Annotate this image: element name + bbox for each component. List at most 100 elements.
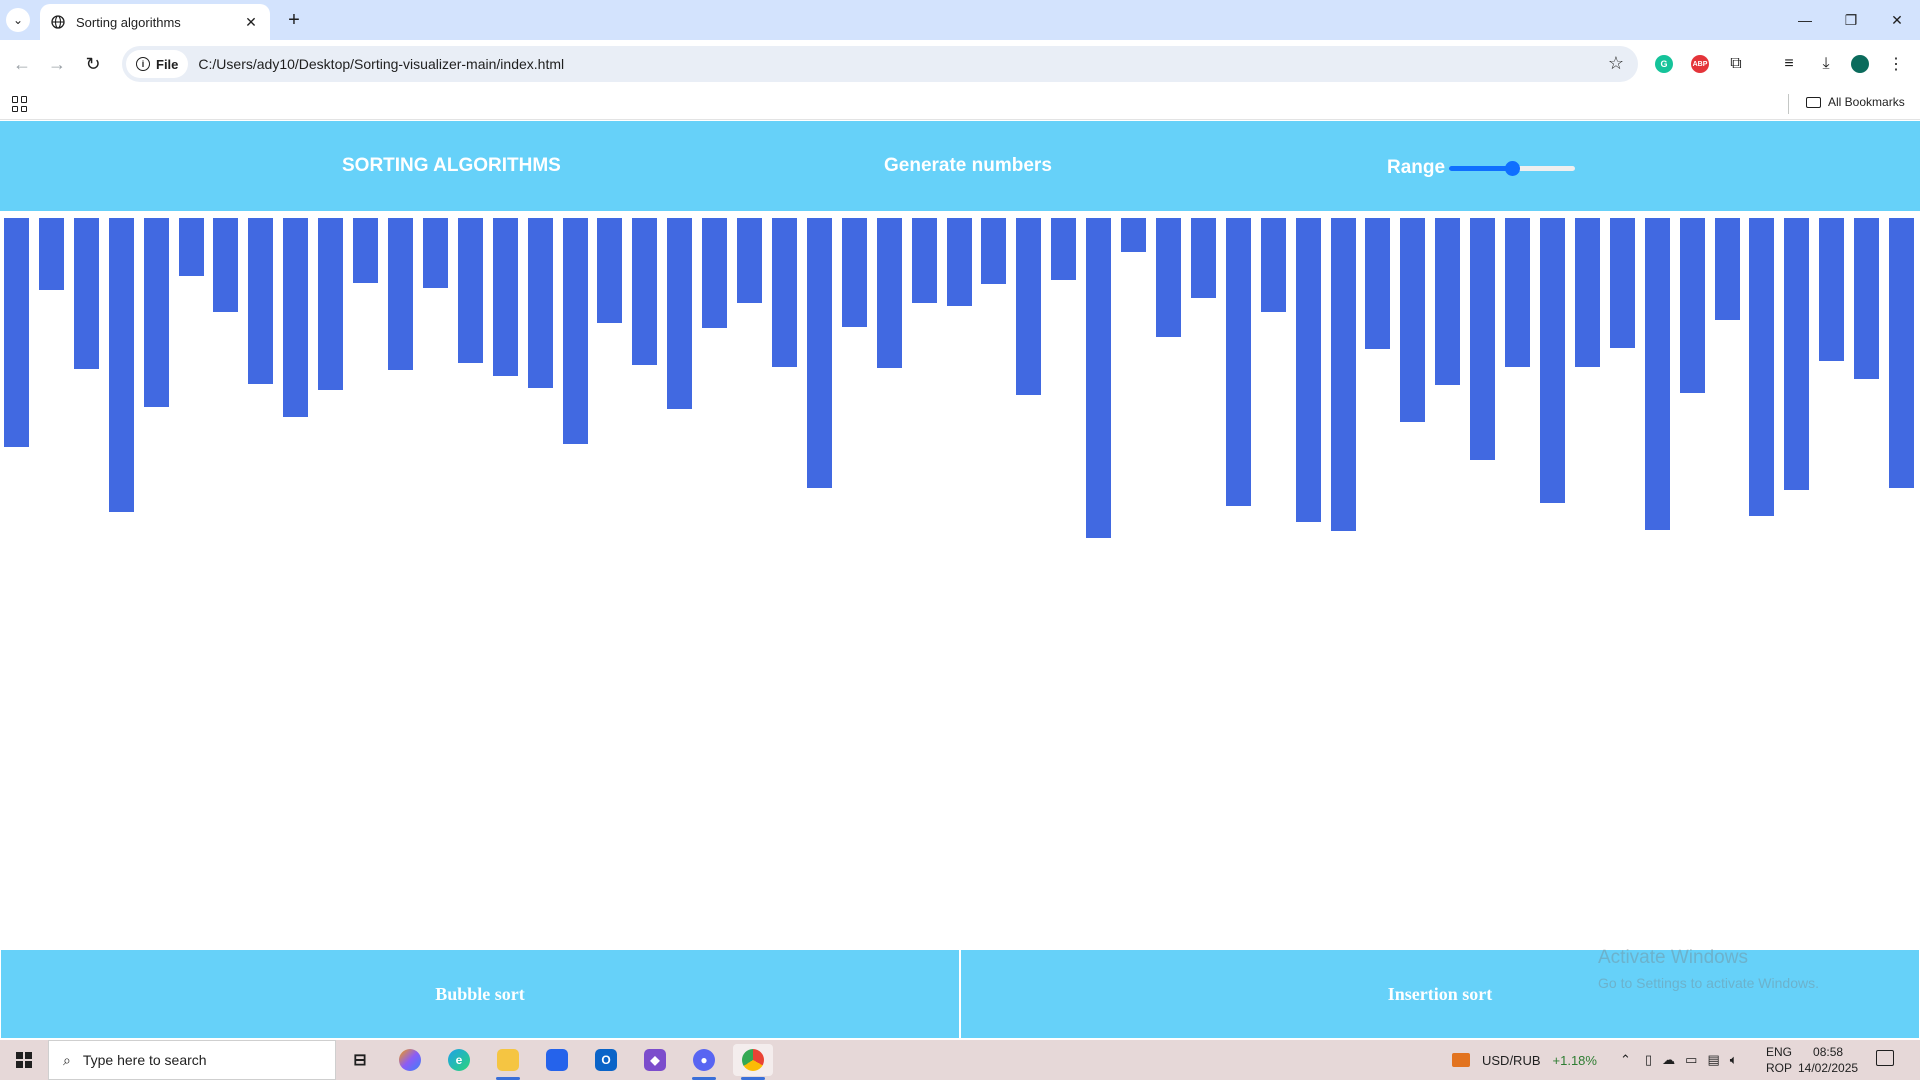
folder-icon: [1806, 96, 1821, 108]
grammarly-extension-icon[interactable]: G: [1650, 50, 1678, 78]
search-icon: ⌕: [63, 1051, 71, 1068]
back-button[interactable]: ←: [8, 50, 36, 78]
tab-search-button[interactable]: ⌄: [6, 8, 30, 32]
array-bar: [1121, 218, 1146, 252]
array-bar: [737, 218, 762, 303]
generate-numbers-button[interactable]: Generate numbers: [884, 155, 1052, 177]
array-bar: [1470, 218, 1495, 460]
close-tab-icon[interactable]: ✕: [242, 13, 260, 31]
language-line1: ENG: [1766, 1045, 1793, 1059]
visual-studio-icon[interactable]: ◆: [635, 1044, 675, 1076]
window-controls: — ❐ ✕: [1782, 0, 1920, 40]
tray-icons[interactable]: ▯ ☁ ▭ ▤ 🔈︎: [1645, 1040, 1738, 1080]
network-icon[interactable]: ▤: [1707, 1052, 1719, 1068]
microsoft-store-icon[interactable]: [537, 1044, 577, 1076]
reload-button[interactable]: ↻: [79, 50, 107, 78]
show-hidden-icons-button[interactable]: ⌃: [1620, 1040, 1631, 1080]
array-bar: [1191, 218, 1216, 298]
edge-browser-icon[interactable]: e: [439, 1044, 479, 1076]
site-info-chip[interactable]: i File: [126, 50, 189, 78]
browser-menu-icon[interactable]: ⋮: [1882, 50, 1910, 78]
all-bookmarks-label: All Bookmarks: [1828, 95, 1905, 109]
ticker-label: USD/RUB: [1482, 1052, 1541, 1068]
array-bar: [1226, 218, 1251, 506]
copilot-icon[interactable]: [390, 1044, 430, 1076]
all-bookmarks-button[interactable]: All Bookmarks: [1806, 95, 1905, 109]
extensions-puzzle-icon[interactable]: ⧉: [1722, 50, 1750, 78]
bookmarks-bar: All Bookmarks: [0, 88, 1920, 120]
adblock-extension-icon[interactable]: ABP: [1686, 50, 1714, 78]
array-bar: [144, 218, 169, 407]
array-bar: [423, 218, 448, 288]
display-icon[interactable]: ▭: [1685, 1052, 1697, 1068]
ticker-change: +1.18%: [1552, 1052, 1597, 1068]
array-bar: [1575, 218, 1600, 367]
array-bar: [1680, 218, 1705, 393]
clock-time: 08:58: [1813, 1045, 1844, 1059]
array-bar: [1016, 218, 1041, 395]
array-bar: [1365, 218, 1390, 349]
address-bar[interactable]: i File C:/Users/ady10/Desktop/Sorting-vi…: [122, 46, 1638, 82]
array-bar: [772, 218, 797, 367]
language-indicator[interactable]: ENG ROP: [1766, 1044, 1792, 1076]
browser-tab[interactable]: Sorting algorithms ✕: [40, 4, 270, 40]
bubble-sort-button[interactable]: Bubble sort: [0, 949, 960, 1039]
minimize-button[interactable]: —: [1782, 0, 1828, 40]
start-button[interactable]: [0, 1040, 48, 1080]
array-bar: [1261, 218, 1286, 312]
outlook-icon[interactable]: O: [586, 1044, 626, 1076]
taskbar-search-placeholder: Type here to search: [82, 1052, 207, 1068]
volume-icon[interactable]: 🔈︎: [1730, 1052, 1738, 1068]
discord-icon[interactable]: ●: [684, 1044, 724, 1080]
close-window-button[interactable]: ✕: [1874, 0, 1920, 40]
array-bar: [74, 218, 99, 369]
forward-button[interactable]: →: [43, 50, 71, 78]
downloads-icon[interactable]: ⤓: [1812, 50, 1840, 78]
url-text[interactable]: C:/Users/ady10/Desktop/Sorting-visualize…: [198, 56, 564, 72]
array-bar: [597, 218, 622, 323]
site-chip-label: File: [156, 56, 179, 72]
array-bar: [667, 218, 692, 409]
system-clock[interactable]: 08:58 14/02/2025: [1798, 1044, 1858, 1076]
array-bar: [109, 218, 134, 512]
browser-toolbar: ← → ↻ i File C:/Users/ady10/Desktop/Sort…: [0, 40, 1920, 88]
activate-windows-watermark: Activate Windows Go to Settings to activ…: [1598, 947, 1819, 991]
range-slider[interactable]: [1449, 161, 1575, 176]
watermark-line1: Activate Windows: [1598, 947, 1748, 968]
top-navbar: SORTING ALGORITHMS Generate numbers Rang…: [0, 121, 1920, 211]
array-bar: [1086, 218, 1111, 538]
range-slider-thumb[interactable]: [1504, 161, 1520, 176]
task-view-icon[interactable]: ⊟: [340, 1044, 380, 1076]
profile-avatar[interactable]: [1846, 50, 1874, 78]
currency-ticker[interactable]: USD/RUB +1.18%: [1452, 1040, 1597, 1080]
bars-container: [0, 218, 1920, 618]
watermark-line2: Go to Settings to activate Windows.: [1598, 975, 1819, 991]
array-bar: [1296, 218, 1321, 522]
media-queue-icon[interactable]: ≡: [1775, 50, 1803, 78]
array-bar: [1889, 218, 1914, 488]
restore-button[interactable]: ❐: [1828, 0, 1874, 40]
new-tab-button[interactable]: +: [282, 8, 306, 32]
array-bar: [947, 218, 972, 306]
taskbar-search-box[interactable]: ⌕ Type here to search: [48, 1040, 336, 1080]
array-bar: [213, 218, 238, 312]
file-explorer-icon[interactable]: [488, 1044, 528, 1080]
bookmark-star-icon[interactable]: ☆: [1608, 53, 1624, 74]
array-bar: [842, 218, 867, 327]
clock-date: 14/02/2025: [1798, 1061, 1859, 1075]
array-bar: [1400, 218, 1425, 422]
array-bar: [248, 218, 273, 384]
windows-taskbar: ⌕ Type here to search ⊟ e O ◆ ● USD/RUB …: [0, 1040, 1920, 1080]
device-icon[interactable]: ▯: [1645, 1052, 1652, 1068]
cloud-icon[interactable]: ☁: [1662, 1052, 1675, 1068]
array-bar: [493, 218, 518, 376]
array-bar: [981, 218, 1006, 284]
apps-grid-icon[interactable]: [12, 96, 28, 112]
array-bar: [1610, 218, 1635, 348]
array-bar: [388, 218, 413, 370]
notifications-icon[interactable]: [1876, 1050, 1894, 1066]
array-bar: [1749, 218, 1774, 516]
page-content: SORTING ALGORITHMS Generate numbers Rang…: [0, 121, 1920, 1039]
browser-tabstrip: ⌄ Sorting algorithms ✕ + — ❐ ✕: [0, 0, 1920, 40]
chrome-icon[interactable]: [733, 1044, 773, 1080]
